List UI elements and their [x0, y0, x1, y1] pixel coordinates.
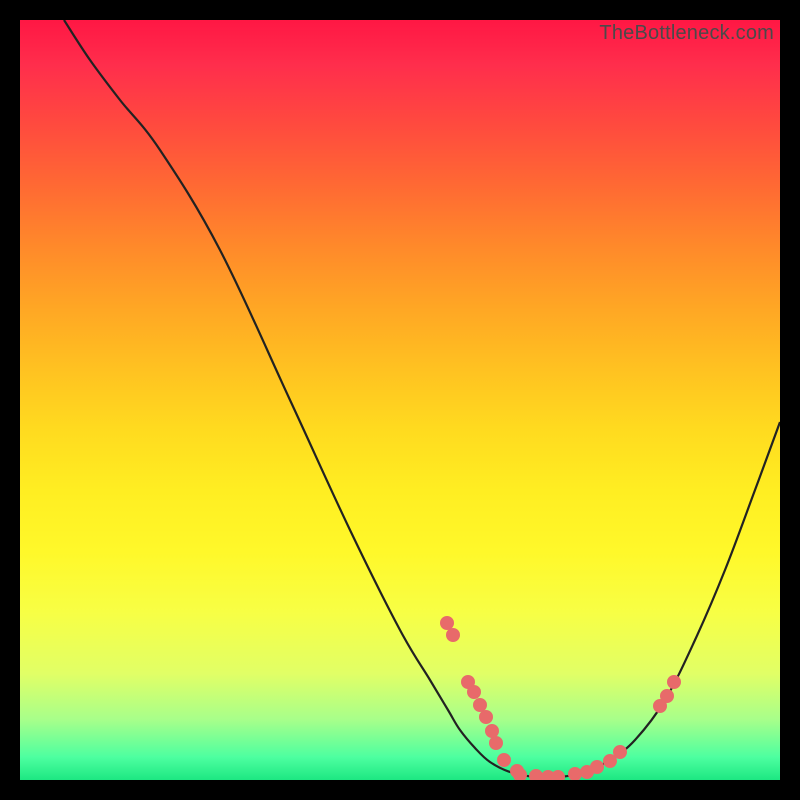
data-dot — [480, 711, 493, 724]
data-dot — [604, 755, 617, 768]
data-dot — [569, 768, 582, 781]
data-dot — [614, 746, 627, 759]
data-dot — [474, 699, 487, 712]
data-dot — [468, 686, 481, 699]
data-dot — [486, 725, 499, 738]
data-dot — [668, 676, 681, 689]
data-dot — [490, 737, 503, 750]
data-dot — [552, 771, 565, 781]
curve-layer — [20, 20, 780, 780]
data-dot — [447, 629, 460, 642]
bottleneck-curve — [64, 20, 780, 778]
data-dot — [591, 761, 604, 774]
data-dot — [441, 617, 454, 630]
watermark-text: TheBottleneck.com — [599, 22, 774, 45]
data-dot — [530, 770, 543, 781]
data-dot — [661, 690, 674, 703]
data-dot — [498, 754, 511, 767]
dots-group — [441, 617, 681, 781]
plot-area — [20, 20, 780, 780]
data-dot — [514, 769, 527, 781]
chart-frame: TheBottleneck.com — [20, 20, 780, 780]
